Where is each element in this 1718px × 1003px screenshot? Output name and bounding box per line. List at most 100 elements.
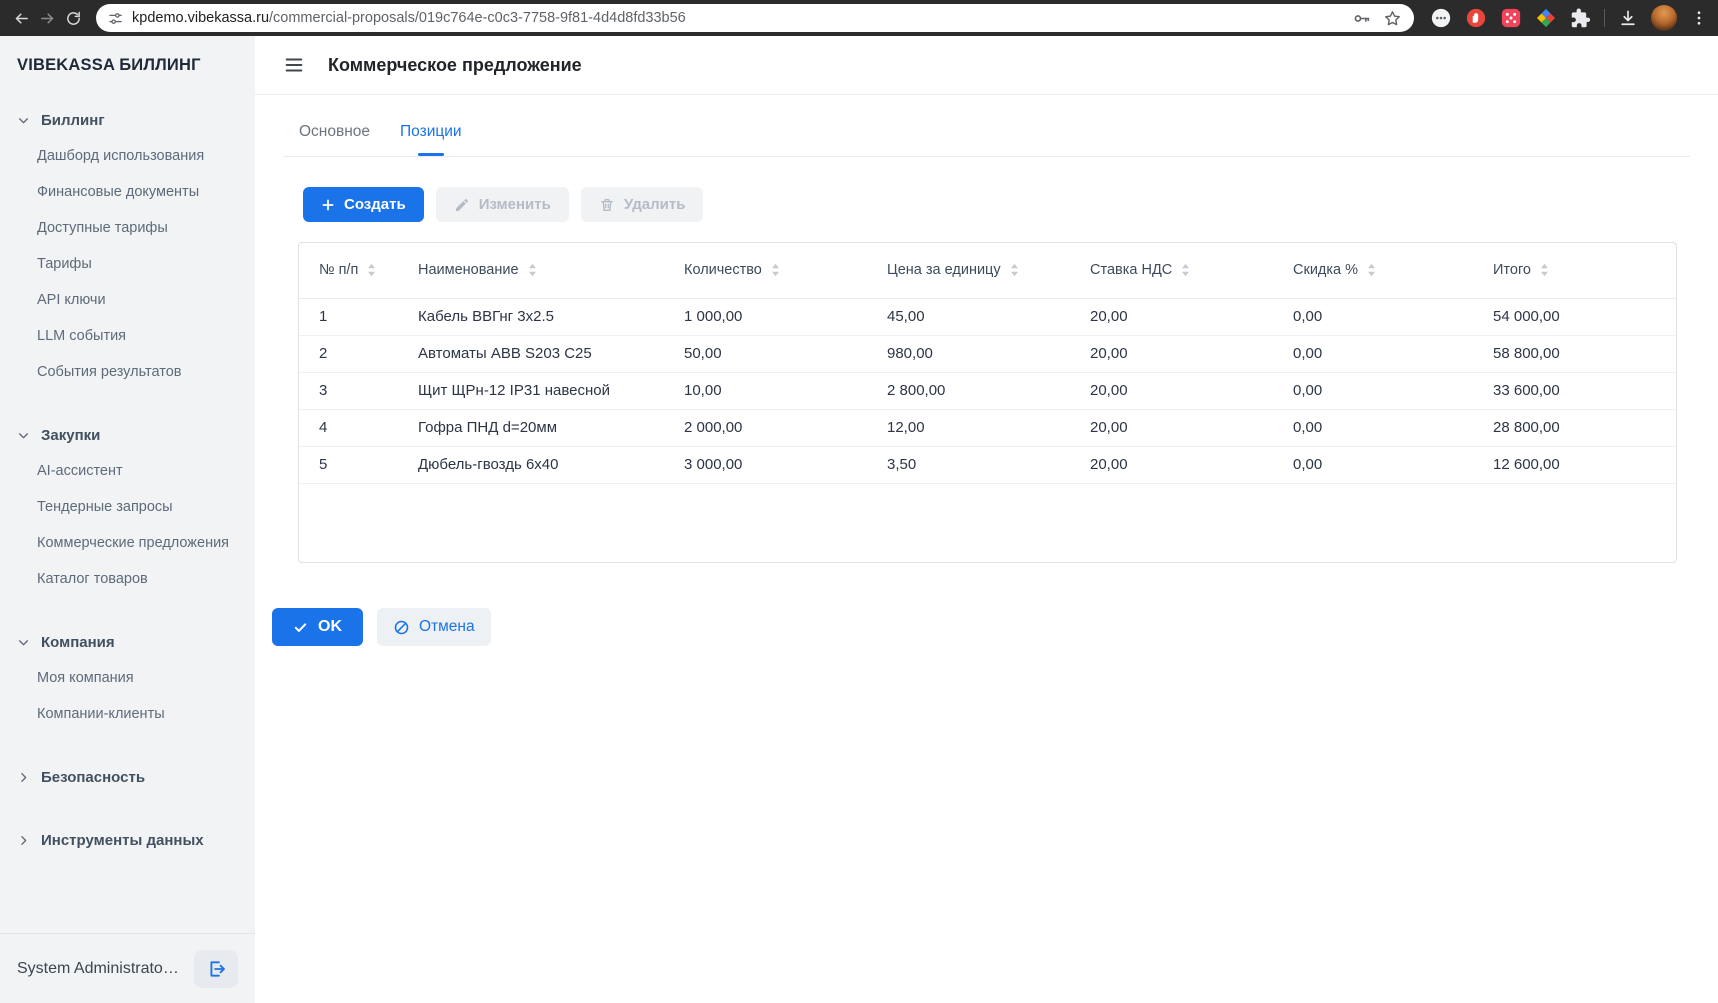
extension-circle-icon[interactable] [1430,7,1452,29]
browser-toolbar: kpdemo.vibekassa.ru/commercial-proposals… [0,0,1718,36]
sidebar-item-tender-requests[interactable]: Тендерные запросы [0,489,255,525]
sort-icon[interactable] [367,263,376,277]
bookmark-star-icon[interactable] [1383,9,1402,28]
sidebar-item-usage-dashboard[interactable]: Дашборд использования [0,138,255,174]
cell-num: 5 [299,446,398,483]
logout-button[interactable] [194,950,238,988]
cell-vat: 20,00 [1070,446,1273,483]
sidebar-item-client-companies[interactable]: Компании-клиенты [0,696,255,732]
tab-positions[interactable]: Позиции [398,123,464,156]
column-header-vat[interactable]: Ставка НДС [1070,243,1273,298]
cell-name: Автоматы ABB S203 C25 [398,335,664,372]
cell-vat: 20,00 [1070,335,1273,372]
sidebar-item-tariffs[interactable]: Тарифы [0,246,255,282]
column-header-price[interactable]: Цена за единицу [867,243,1070,298]
sidebar: VIBEKASSA БИЛЛИНГ Биллинг Дашборд исполь… [0,36,255,1003]
current-user-name: System Administrato… [17,960,179,978]
table-row[interactable]: 2 Автоматы ABB S203 C25 50,00 980,00 20,… [299,335,1676,372]
delete-button-label: Удалить [624,196,686,213]
cell-vat: 20,00 [1070,409,1273,446]
ok-button-label: OK [318,618,342,636]
delete-button[interactable]: Удалить [581,187,704,222]
downloads-icon[interactable] [1618,8,1638,28]
column-label: Скидка % [1293,262,1358,278]
cell-vat: 20,00 [1070,298,1273,335]
sidebar-item-commercial-proposals[interactable]: Коммерческие предложения [0,525,255,561]
sidebar-item-result-events[interactable]: События результатов [0,354,255,390]
cancel-button-label: Отмена [419,618,475,636]
cell-qty: 3 000,00 [664,446,867,483]
edit-button[interactable]: Изменить [436,187,569,222]
sort-icon[interactable] [771,263,780,277]
create-button[interactable]: Создать [303,187,424,222]
column-header-qty[interactable]: Количество [664,243,867,298]
address-bar[interactable]: kpdemo.vibekassa.ru/commercial-proposals… [96,4,1414,32]
forward-button[interactable] [34,5,60,31]
cell-qty: 50,00 [664,335,867,372]
table-row[interactable]: 1 Кабель ВВГнг 3x2.5 1 000,00 45,00 20,0… [299,298,1676,335]
password-key-icon[interactable] [1352,9,1371,28]
cancel-button[interactable]: Отмена [377,608,491,646]
column-header-total[interactable]: Итого [1473,243,1676,298]
cell-price: 2 800,00 [867,372,1070,409]
chevron-right-icon [17,771,30,784]
sidebar-section-billing[interactable]: Биллинг [0,102,255,138]
sidebar-item-financial-documents[interactable]: Финансовые документы [0,174,255,210]
sidebar-section-procurement[interactable]: Закупки [0,417,255,453]
cell-price: 45,00 [867,298,1070,335]
table-header-row: № п/п Наименование Количество Цена за ед… [299,243,1676,298]
sidebar-section-data-tools[interactable]: Инструменты данных [0,822,255,858]
sidebar-item-llm-events[interactable]: LLM события [0,318,255,354]
sidebar-item-api-keys[interactable]: API ключи [0,282,255,318]
sidebar-section-company[interactable]: Компания [0,624,255,660]
back-button[interactable] [8,5,34,31]
cell-vat: 20,00 [1070,372,1273,409]
ok-button[interactable]: OK [272,608,363,646]
profile-avatar[interactable] [1651,5,1677,31]
cell-discount: 0,00 [1273,372,1473,409]
cell-price: 3,50 [867,446,1070,483]
sidebar-item-available-tariffs[interactable]: Доступные тарифы [0,210,255,246]
tab-main[interactable]: Основное [297,123,372,156]
table-row[interactable]: 5 Дюбель-гвоздь 6x40 3 000,00 3,50 20,00… [299,446,1676,483]
sidebar-section-security[interactable]: Безопасность [0,759,255,795]
sort-icon[interactable] [1540,263,1549,277]
column-header-discount[interactable]: Скидка % [1273,243,1473,298]
column-label: № п/п [319,262,358,278]
kebab-menu-icon[interactable] [1690,9,1708,27]
adblock-hand-icon[interactable] [1465,7,1487,29]
column-header-num[interactable]: № п/п [299,243,398,298]
sort-icon[interactable] [1181,263,1190,277]
cell-name: Дюбель-гвоздь 6x40 [398,446,664,483]
cancel-circle-icon [393,619,410,636]
sort-icon[interactable] [528,263,537,277]
sort-icon[interactable] [1010,263,1019,277]
sort-icon[interactable] [1367,263,1376,277]
dice-extension-icon[interactable] [1500,7,1522,29]
column-label: Наименование [418,262,519,278]
url-path: /commercial-proposals/019c764e-c0c3-7758… [269,10,686,26]
sidebar-item-product-catalog[interactable]: Каталог товаров [0,561,255,597]
table-row[interactable]: 4 Гофра ПНД d=20мм 2 000,00 12,00 20,00 … [299,409,1676,446]
reload-button[interactable] [60,5,86,31]
cell-qty: 2 000,00 [664,409,867,446]
hamburger-menu-icon[interactable] [283,54,305,76]
column-header-name[interactable]: Наименование [398,243,664,298]
tab-label: Позиции [400,123,462,140]
cell-total: 33 600,00 [1473,372,1676,409]
sidebar-item-my-company[interactable]: Моя компания [0,660,255,696]
cell-discount: 0,00 [1273,335,1473,372]
chevron-right-icon [17,834,30,847]
cell-name: Кабель ВВГнг 3x2.5 [398,298,664,335]
reload-icon [65,10,82,27]
site-settings-icon[interactable] [108,11,123,26]
logout-icon [206,959,226,979]
extensions-puzzle-icon[interactable] [1570,8,1591,29]
diamond-extension-icon[interactable] [1535,7,1557,29]
cell-discount: 0,00 [1273,298,1473,335]
table-row[interactable]: 3 Щит ЩРн-12 IP31 навесной 10,00 2 800,0… [299,372,1676,409]
section-label: Компания [41,634,115,651]
sidebar-item-ai-assistant[interactable]: AI-ассистент [0,453,255,489]
column-label: Количество [684,262,762,278]
active-tab-indicator [418,153,444,156]
